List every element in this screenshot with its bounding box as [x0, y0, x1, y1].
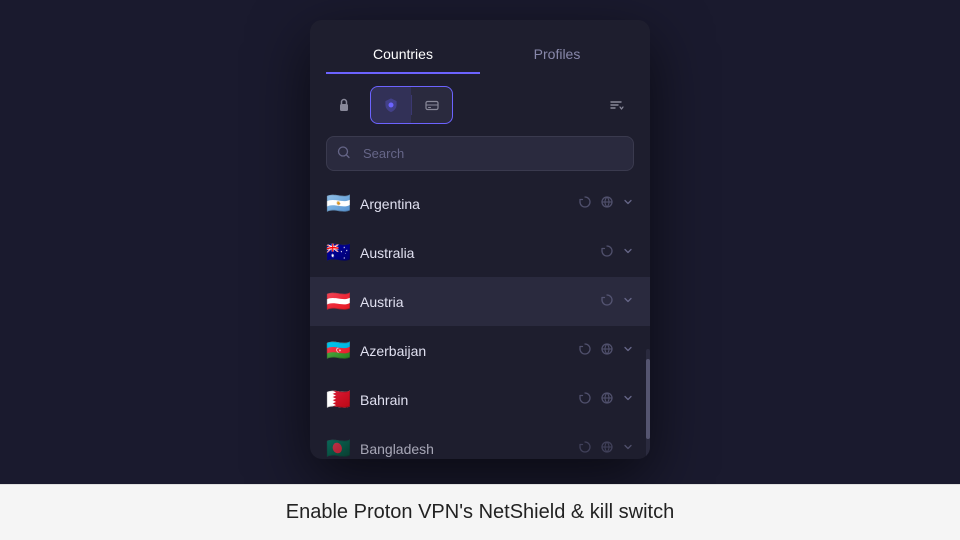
- refresh-icon[interactable]: [600, 293, 614, 310]
- search-box: [326, 136, 634, 171]
- chevron-down-icon[interactable]: [622, 245, 634, 260]
- filter-toolbar-group: [370, 86, 453, 124]
- chevron-down-icon[interactable]: [622, 392, 634, 407]
- country-actions: [578, 391, 634, 408]
- globe-icon[interactable]: [600, 342, 614, 359]
- list-item[interactable]: 🇦🇺 Australia: [310, 228, 650, 277]
- chevron-down-icon[interactable]: [622, 196, 634, 211]
- chevron-down-icon[interactable]: [622, 343, 634, 358]
- country-actions: [578, 195, 634, 212]
- refresh-icon[interactable]: [578, 342, 592, 359]
- country-flag: 🇦🇺: [326, 240, 350, 265]
- scrollbar-thumb[interactable]: [646, 359, 650, 439]
- globe-icon[interactable]: [600, 195, 614, 212]
- country-flag: 🇦🇹: [326, 289, 350, 314]
- tab-profiles[interactable]: Profiles: [480, 36, 634, 74]
- list-item[interactable]: 🇧🇭 Bahrain: [310, 375, 650, 424]
- country-name: Bangladesh: [360, 441, 568, 457]
- country-name: Azerbaijan: [360, 343, 568, 359]
- caption-bar: Enable Proton VPN's NetShield & kill swi…: [0, 484, 960, 540]
- tab-bar: Countries Profiles: [310, 20, 650, 74]
- refresh-icon[interactable]: [600, 244, 614, 261]
- chevron-down-icon[interactable]: [622, 294, 634, 309]
- toolbar: [310, 74, 650, 136]
- country-actions: [600, 293, 634, 310]
- list-item[interactable]: 🇦🇿 Azerbaijan: [310, 326, 650, 375]
- shield-filter-button[interactable]: [371, 87, 411, 123]
- globe-icon[interactable]: [600, 440, 614, 457]
- country-flag: 🇧🇭: [326, 387, 350, 412]
- chevron-down-icon[interactable]: [622, 441, 634, 456]
- card-filter-button[interactable]: [412, 87, 452, 123]
- tab-countries[interactable]: Countries: [326, 36, 480, 74]
- search-icon: [337, 145, 351, 162]
- search-input[interactable]: [326, 136, 634, 171]
- country-name: Australia: [360, 245, 590, 261]
- country-flag: 🇧🇩: [326, 436, 350, 459]
- sort-button[interactable]: [598, 87, 634, 123]
- country-flag: 🇦🇷: [326, 191, 350, 216]
- country-name: Argentina: [360, 196, 568, 212]
- country-name: Austria: [360, 294, 590, 310]
- list-item[interactable]: 🇦🇹 Austria: [310, 277, 650, 326]
- country-actions: [578, 342, 634, 359]
- caption-text: Enable Proton VPN's NetShield & kill swi…: [286, 501, 674, 523]
- country-list: 🇦🇷 Argentina: [310, 179, 650, 459]
- app-window: Countries Profiles: [310, 20, 650, 459]
- country-actions: [578, 440, 634, 457]
- refresh-icon[interactable]: [578, 195, 592, 212]
- lock-button[interactable]: [326, 87, 362, 123]
- country-name: Bahrain: [360, 392, 568, 408]
- list-item[interactable]: 🇧🇩 Bangladesh: [310, 424, 650, 459]
- scrollbar-track[interactable]: [646, 349, 650, 459]
- refresh-icon[interactable]: [578, 440, 592, 457]
- list-item[interactable]: 🇦🇷 Argentina: [310, 179, 650, 228]
- globe-icon[interactable]: [600, 391, 614, 408]
- country-actions: [600, 244, 634, 261]
- country-flag: 🇦🇿: [326, 338, 350, 363]
- refresh-icon[interactable]: [578, 391, 592, 408]
